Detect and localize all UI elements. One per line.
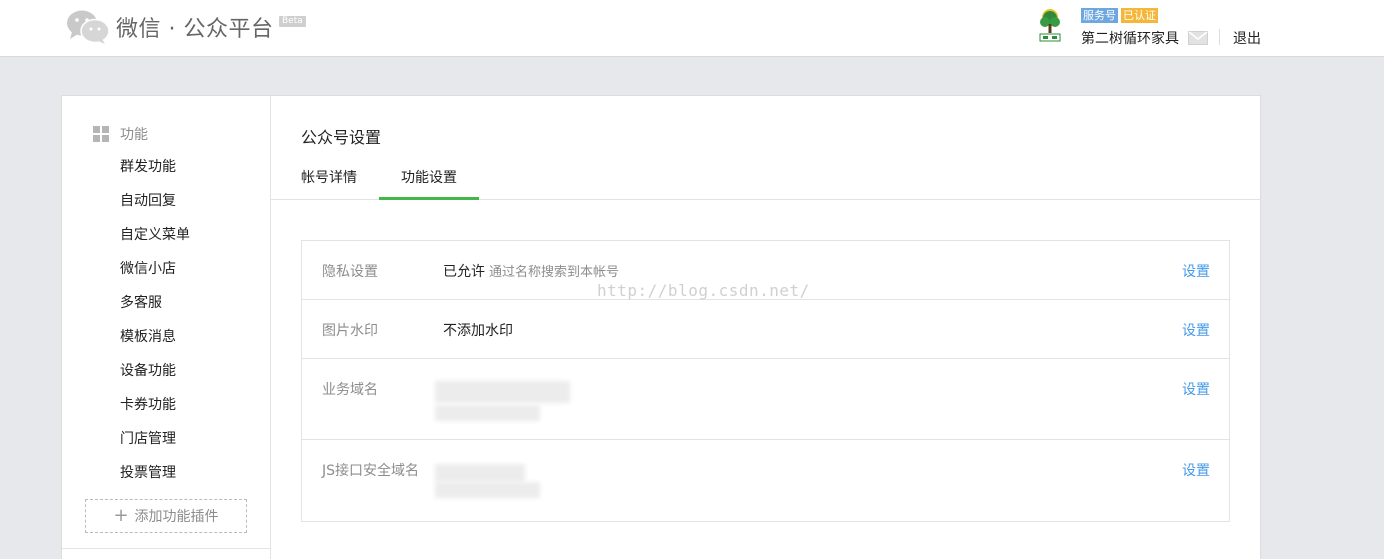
setting-row-js-domain: JS接口安全域名 设置 — [302, 440, 1229, 521]
setting-watermark-button[interactable]: 设置 — [1182, 320, 1210, 340]
sidebar-item-mass-send[interactable]: 群发功能 — [120, 150, 190, 184]
tree-avatar-icon[interactable] — [1037, 7, 1063, 43]
verified-badge: 已认证 — [1121, 8, 1158, 23]
beta-badge: Beta — [279, 16, 306, 27]
setting-value: 不添加水印 — [443, 323, 513, 339]
redacted-value — [435, 482, 540, 498]
add-plugin-button[interactable]: + 添加功能插件 — [85, 499, 247, 533]
sidebar-divider — [62, 548, 271, 549]
grid-icon — [93, 126, 109, 142]
sidebar-item-store-management[interactable]: 门店管理 — [120, 422, 190, 456]
account-name[interactable]: 第二树循环家具 — [1081, 28, 1179, 48]
plus-icon: + — [113, 505, 129, 526]
setting-business-domain-button[interactable]: 设置 — [1182, 379, 1210, 399]
setting-value: 已允许 通过名称搜索到本帐号 — [443, 261, 619, 281]
sidebar: 功能 群发功能 自动回复 自定义菜单 微信小店 多客服 模板消息 设备功能 卡券… — [62, 96, 271, 559]
content-area: 公众号设置 帐号详情 功能设置 隐私设置 已允许 通过名称搜索到本帐号 设置 图片… — [271, 96, 1261, 559]
setting-value-text: 已允许 — [443, 264, 485, 280]
account-tags: 服务号 已认证 — [1081, 8, 1158, 23]
top-header: 微信 · 公众平台 Beta 服务号 已认证 第二树循环家具 退出 — [0, 0, 1384, 57]
sidebar-item-device[interactable]: 设备功能 — [120, 354, 190, 388]
sidebar-item-auto-reply[interactable]: 自动回复 — [120, 184, 190, 218]
setting-privacy-button[interactable]: 设置 — [1182, 261, 1210, 281]
setting-label: 业务域名 — [322, 382, 378, 398]
tab-account-details[interactable]: 帐号详情 — [301, 156, 361, 200]
setting-row-watermark: 图片水印 不添加水印 设置 — [302, 300, 1229, 359]
setting-label: 隐私设置 — [322, 264, 378, 280]
wechat-logo-icon[interactable] — [66, 9, 110, 45]
setting-label: JS接口安全域名 — [322, 463, 420, 479]
watermark-text: http://blog.csdn.net/ — [597, 281, 810, 300]
redacted-value — [435, 464, 525, 482]
sidebar-item-coupons[interactable]: 卡券功能 — [120, 388, 190, 422]
page-title: 公众号设置 — [301, 128, 382, 147]
sidebar-item-vote-management[interactable]: 投票管理 — [120, 456, 190, 490]
setting-row-business-domain: 业务域名 设置 — [302, 359, 1229, 440]
setting-js-domain-button[interactable]: 设置 — [1182, 460, 1210, 480]
sidebar-menu: 群发功能 自动回复 自定义菜单 微信小店 多客服 模板消息 设备功能 卡券功能 … — [120, 150, 190, 490]
sidebar-item-wechat-store[interactable]: 微信小店 — [120, 252, 190, 286]
sidebar-item-custom-menu[interactable]: 自定义菜单 — [120, 218, 190, 252]
logout-link[interactable]: 退出 — [1233, 28, 1261, 48]
main-panel: 功能 群发功能 自动回复 自定义菜单 微信小店 多客服 模板消息 设备功能 卡券… — [61, 95, 1261, 559]
service-account-badge: 服务号 — [1081, 8, 1118, 23]
platform-title[interactable]: 微信 · 公众平台 — [116, 11, 273, 43]
add-plugin-label: 添加功能插件 — [134, 509, 219, 525]
header-divider — [1219, 29, 1220, 45]
setting-label: 图片水印 — [322, 323, 378, 339]
sidebar-section-header: 功能 — [93, 124, 148, 144]
setting-description: 通过名称搜索到本帐号 — [489, 265, 620, 280]
sidebar-item-customer-service[interactable]: 多客服 — [120, 286, 190, 320]
redacted-value — [435, 381, 570, 403]
tab-function-settings[interactable]: 功能设置 — [379, 156, 479, 200]
redacted-value — [435, 405, 540, 421]
sidebar-section-label: 功能 — [120, 127, 148, 143]
settings-tabs: 帐号详情 功能设置 — [271, 156, 1261, 200]
mail-icon[interactable] — [1188, 31, 1208, 45]
sidebar-item-template-message[interactable]: 模板消息 — [120, 320, 190, 354]
